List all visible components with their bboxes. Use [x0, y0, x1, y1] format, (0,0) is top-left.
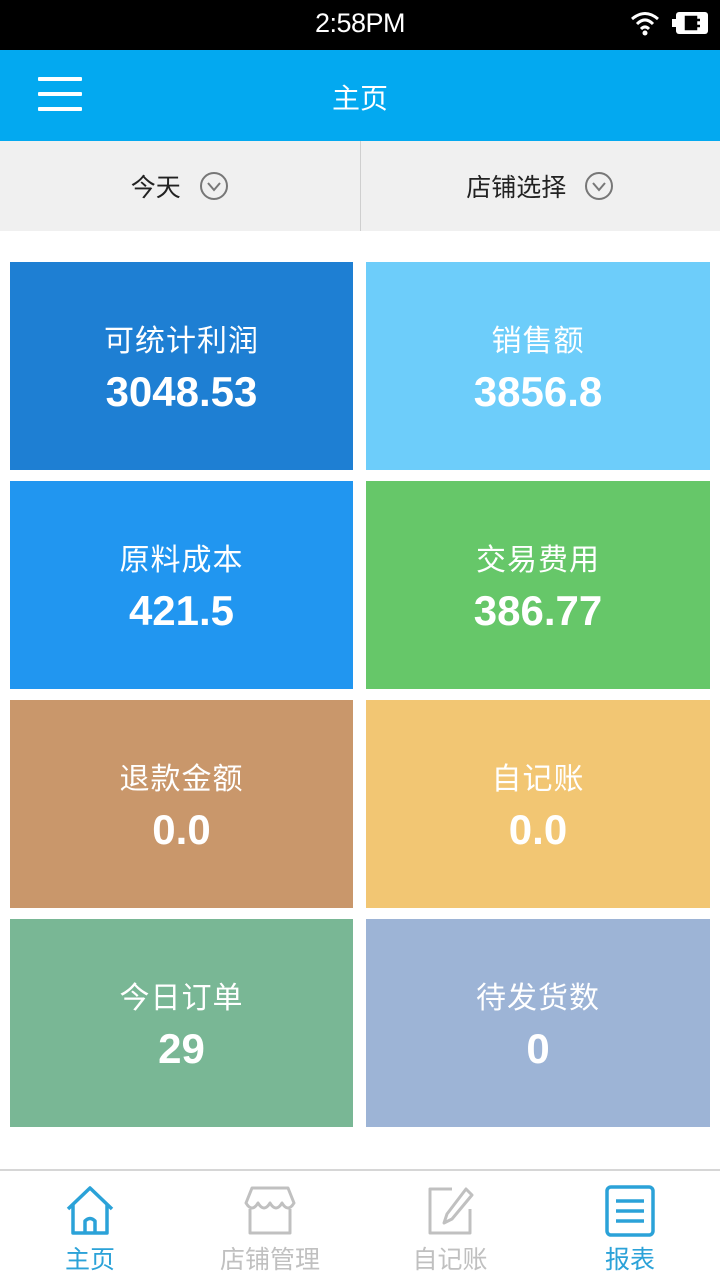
bottom-tab-bar: 主页 店铺管理 自记账 报表: [0, 1169, 720, 1280]
tile-transaction-fee[interactable]: 交易费用 386.77: [366, 481, 710, 689]
tile-pending-shipments[interactable]: 待发货数 0: [366, 919, 710, 1127]
status-bar: 2:58PM: [0, 0, 720, 50]
tile-label: 待发货数: [476, 981, 600, 1016]
tile-self-bookkeeping[interactable]: 自记账 0.0: [366, 700, 710, 908]
tab-self-bookkeeping[interactable]: 自记账: [360, 1171, 540, 1280]
tab-label: 主页: [64, 1245, 115, 1274]
tile-profit[interactable]: 可统计利润 3048.53: [10, 262, 353, 470]
tile-value: 0: [526, 1025, 550, 1072]
report-list-icon: [605, 1185, 655, 1237]
tab-label: 店铺管理: [219, 1245, 320, 1274]
tile-label: 交易费用: [476, 543, 600, 578]
tile-label: 销售额: [491, 324, 585, 359]
store-filter-dropdown[interactable]: 店铺选择: [359, 141, 720, 231]
tile-value: 29: [158, 1025, 205, 1072]
tile-label: 原料成本: [119, 543, 244, 578]
tab-label: 报表: [604, 1245, 655, 1274]
battery-icon: [672, 12, 708, 34]
chevron-down-circle-icon: [199, 172, 228, 200]
filter-bar: 今天 店铺选择: [0, 141, 720, 231]
tile-value: 3048.53: [105, 368, 258, 415]
tile-material-cost[interactable]: 原料成本 421.5: [10, 481, 353, 689]
date-filter-label: 今天: [130, 173, 181, 202]
tile-sales[interactable]: 销售额 3856.8: [366, 262, 710, 470]
home-icon: [66, 1186, 114, 1235]
tile-value: 421.5: [128, 587, 235, 634]
tile-label: 退款金额: [119, 762, 244, 797]
stats-grid: 可统计利润 3048.53 销售额 3856.8 原料成本 421.5 交易费用…: [10, 262, 710, 1127]
store-filter-label: 店铺选择: [466, 173, 567, 202]
tile-label: 今日订单: [119, 981, 244, 1016]
tab-store-management[interactable]: 店铺管理: [180, 1171, 360, 1280]
store-icon: [244, 1186, 296, 1235]
tab-label: 自记账: [412, 1245, 488, 1274]
tab-home[interactable]: 主页: [0, 1171, 180, 1280]
tile-value: 386.77: [473, 587, 603, 634]
wifi-icon: [631, 12, 659, 36]
tile-label: 可统计利润: [104, 324, 259, 359]
tile-label: 自记账: [491, 762, 585, 797]
status-time: 2:58PM: [314, 8, 406, 38]
chevron-down-circle-icon: [585, 172, 614, 200]
tile-refund[interactable]: 退款金额 0.0: [10, 700, 353, 908]
page-title: 主页: [331, 82, 388, 115]
tab-reports[interactable]: 报表: [540, 1171, 720, 1280]
tile-value: 3856.8: [473, 368, 603, 415]
app-bar: 主页: [0, 50, 720, 141]
edit-icon: [428, 1187, 474, 1235]
date-filter-dropdown[interactable]: 今天: [0, 141, 360, 231]
tile-value: 0.0: [508, 806, 568, 853]
tile-value: 0.0: [152, 806, 211, 853]
tile-today-orders[interactable]: 今日订单 29: [10, 919, 353, 1127]
